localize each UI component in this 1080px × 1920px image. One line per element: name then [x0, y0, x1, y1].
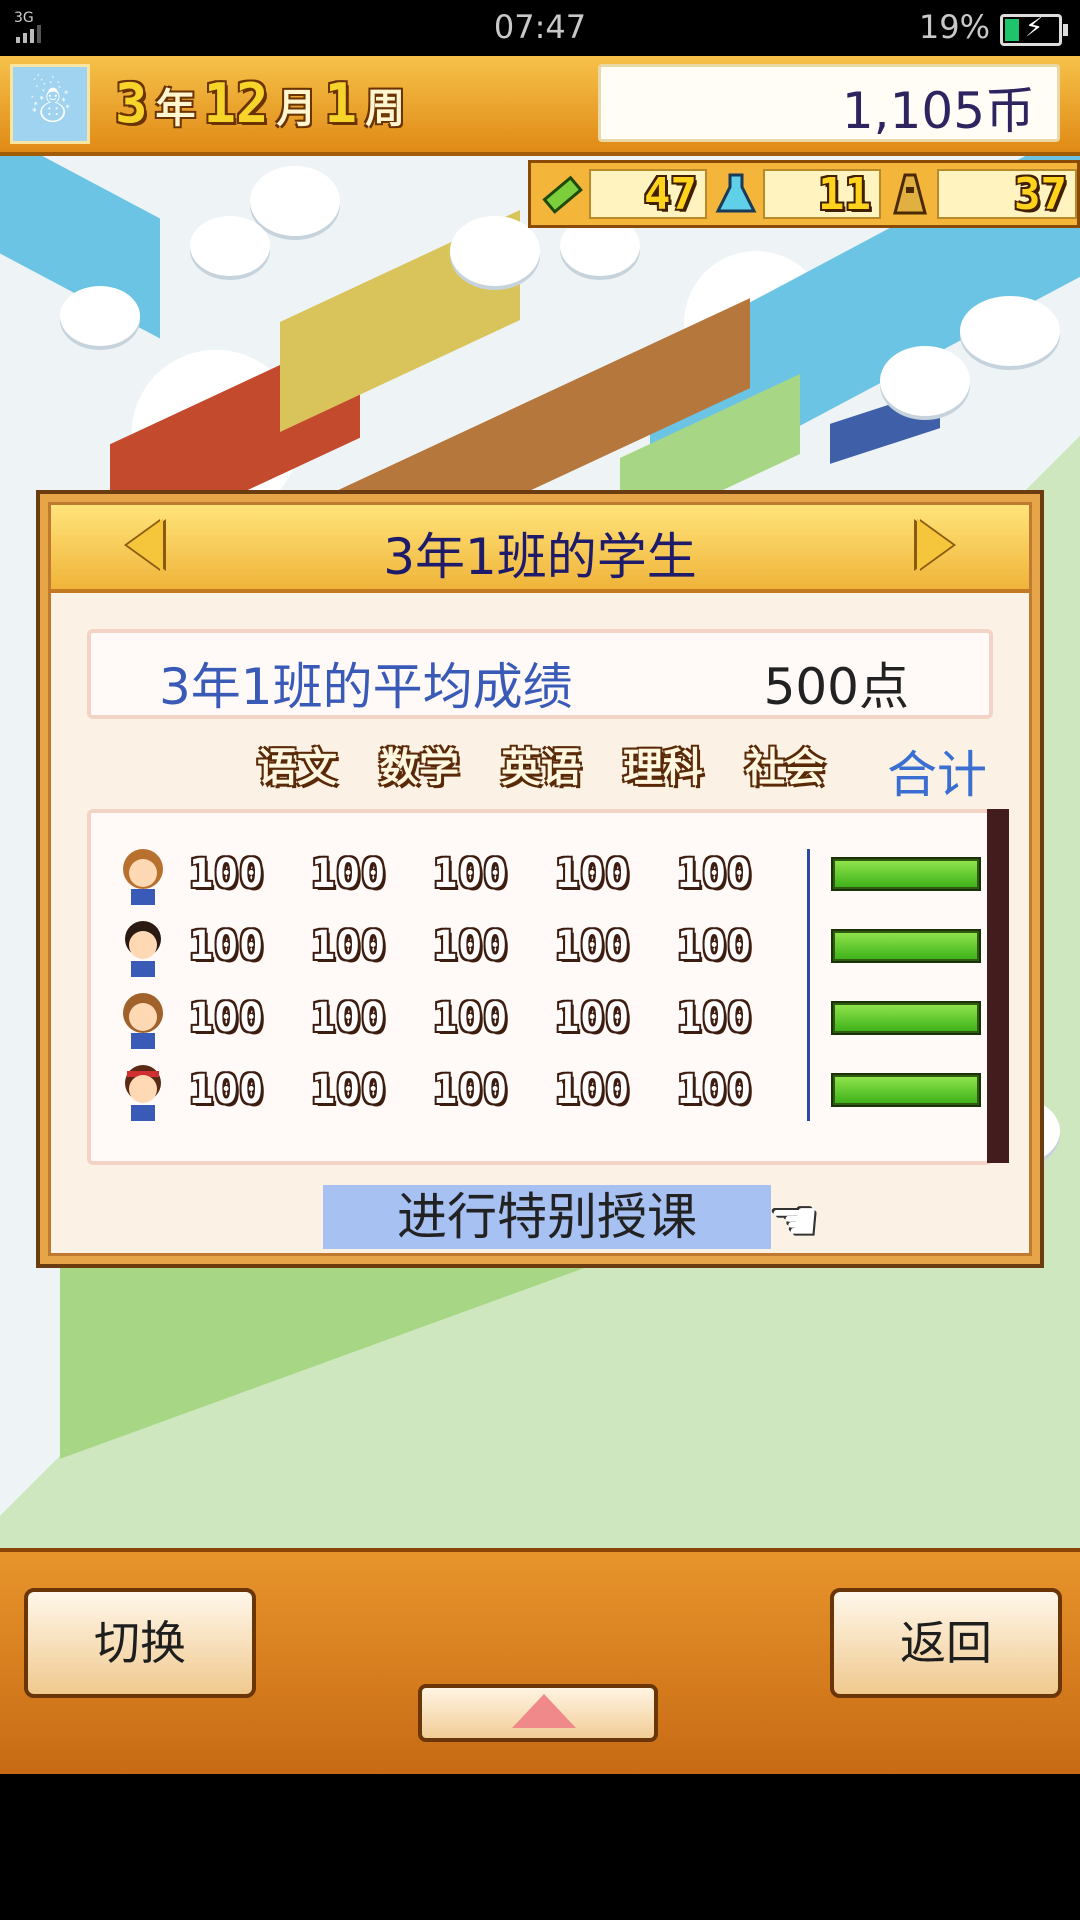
score-chinese: 100	[189, 995, 265, 1041]
total-bar-fill	[835, 1077, 977, 1103]
student-row[interactable]: 100 100 100 100 100	[111, 915, 1011, 981]
score-chinese: 100	[189, 1067, 265, 1113]
total-bar	[831, 929, 981, 963]
score-science: 100	[555, 995, 631, 1041]
flask-icon	[711, 169, 761, 219]
stat-value-2: 11	[818, 169, 871, 220]
student-avatar-icon	[111, 987, 175, 1051]
back-button[interactable]: 返回	[830, 1588, 1062, 1698]
score-science: 100	[555, 923, 631, 969]
total-bar-fill	[835, 1005, 977, 1031]
pointing-hand-icon: ☚	[769, 1189, 820, 1254]
student-avatar-icon	[111, 843, 175, 907]
subject-header-english[interactable]: 英语	[495, 735, 587, 791]
game-date: 3 年 12 月 1 周	[115, 72, 413, 136]
switch-button[interactable]: 切换	[24, 1588, 256, 1698]
special-lesson-button[interactable]: 进行特别授课	[323, 1185, 771, 1249]
score-chinese: 100	[189, 923, 265, 969]
score-science: 100	[555, 1067, 631, 1113]
stat-value-3: 37	[1014, 169, 1067, 220]
date-month: 12	[203, 72, 269, 135]
score-social: 100	[677, 1067, 753, 1113]
date-year-unit: 年	[155, 86, 196, 132]
stat-value-1: 47	[644, 169, 697, 220]
next-class-arrow-icon[interactable]	[917, 519, 953, 571]
snow-tree	[880, 346, 970, 416]
score-math: 100	[311, 1067, 387, 1113]
total-bar	[831, 857, 981, 891]
resource-bar: 47 11 37	[528, 160, 1080, 228]
total-bar-fill	[835, 933, 977, 959]
score-social: 100	[677, 851, 753, 897]
money-value: 1,105币	[841, 82, 1035, 140]
subject-header-math[interactable]: 数学	[373, 735, 465, 791]
expand-menu-button[interactable]	[418, 1684, 658, 1742]
battery-percent: 19%	[918, 8, 990, 46]
stat-box-3: 37	[937, 169, 1077, 220]
stat-box-2: 11	[763, 169, 881, 220]
snow-tree	[960, 296, 1060, 366]
score-science: 100	[555, 851, 631, 897]
student-avatar-icon	[111, 1059, 175, 1123]
bottom-bar: 切换 返回	[0, 1548, 1080, 1774]
score-chinese: 100	[189, 851, 265, 897]
student-avatar-icon	[111, 915, 175, 979]
subject-header-science[interactable]: 理科	[617, 735, 709, 791]
average-score-box: 3年1班的平均成绩 500点	[87, 629, 993, 719]
date-week-unit: 周	[365, 86, 406, 132]
score-english: 100	[433, 923, 509, 969]
total-bar-fill	[835, 861, 977, 887]
snow-tree	[250, 166, 340, 236]
subject-header-total[interactable]: 合计	[887, 735, 987, 807]
average-score-label: 3年1班的平均成绩	[159, 658, 573, 716]
score-math: 100	[311, 851, 387, 897]
snowman-icon: ☃	[10, 64, 90, 144]
snow-tree	[190, 216, 270, 276]
student-row[interactable]: 100 100 100 100 100	[111, 987, 1011, 1053]
score-math: 100	[311, 995, 387, 1041]
stat-box-1: 47	[589, 169, 707, 220]
up-arrow-icon	[512, 1694, 576, 1728]
battery-icon: ⚡	[1000, 13, 1068, 46]
dialog-panel: 3年1班的学生 3年1班的平均成绩 500点 语文 数学 英语 理科 社会 合计…	[48, 502, 1032, 1256]
dialog-titlebar: 3年1班的学生	[51, 505, 1029, 593]
score-english: 100	[433, 851, 509, 897]
date-year: 3	[115, 72, 148, 135]
money-display: 1,105币	[598, 64, 1060, 142]
average-score-value: 500点	[763, 658, 909, 716]
date-week: 1	[324, 72, 358, 135]
subject-header-chinese[interactable]: 语文	[251, 735, 343, 791]
tag-icon	[537, 169, 587, 219]
date-month-unit: 月	[276, 86, 317, 132]
dialog-title: 3年1班的学生	[383, 528, 697, 586]
snow-tree	[450, 216, 540, 286]
status-bar: 3G 07:47 19% ⚡	[0, 0, 1080, 56]
score-english: 100	[433, 1067, 509, 1113]
student-row[interactable]: 100 100 100 100 100	[111, 843, 1011, 909]
subject-headers: 语文 数学 英语 理科 社会 合计	[151, 735, 991, 804]
student-row[interactable]: 100 100 100 100 100	[111, 1059, 1011, 1125]
score-social: 100	[677, 923, 753, 969]
score-social: 100	[677, 995, 753, 1041]
tower-icon	[885, 169, 935, 219]
top-header: ☃ 3 年 12 月 1 周 1,105币	[0, 56, 1080, 156]
total-bar	[831, 1073, 981, 1107]
class-students-dialog: 3年1班的学生 3年1班的平均成绩 500点 语文 数学 英语 理科 社会 合计…	[36, 490, 1044, 1268]
snow-tree	[60, 286, 140, 346]
total-bar	[831, 1001, 981, 1035]
score-math: 100	[311, 923, 387, 969]
score-english: 100	[433, 995, 509, 1041]
subject-header-social[interactable]: 社会	[739, 735, 831, 791]
